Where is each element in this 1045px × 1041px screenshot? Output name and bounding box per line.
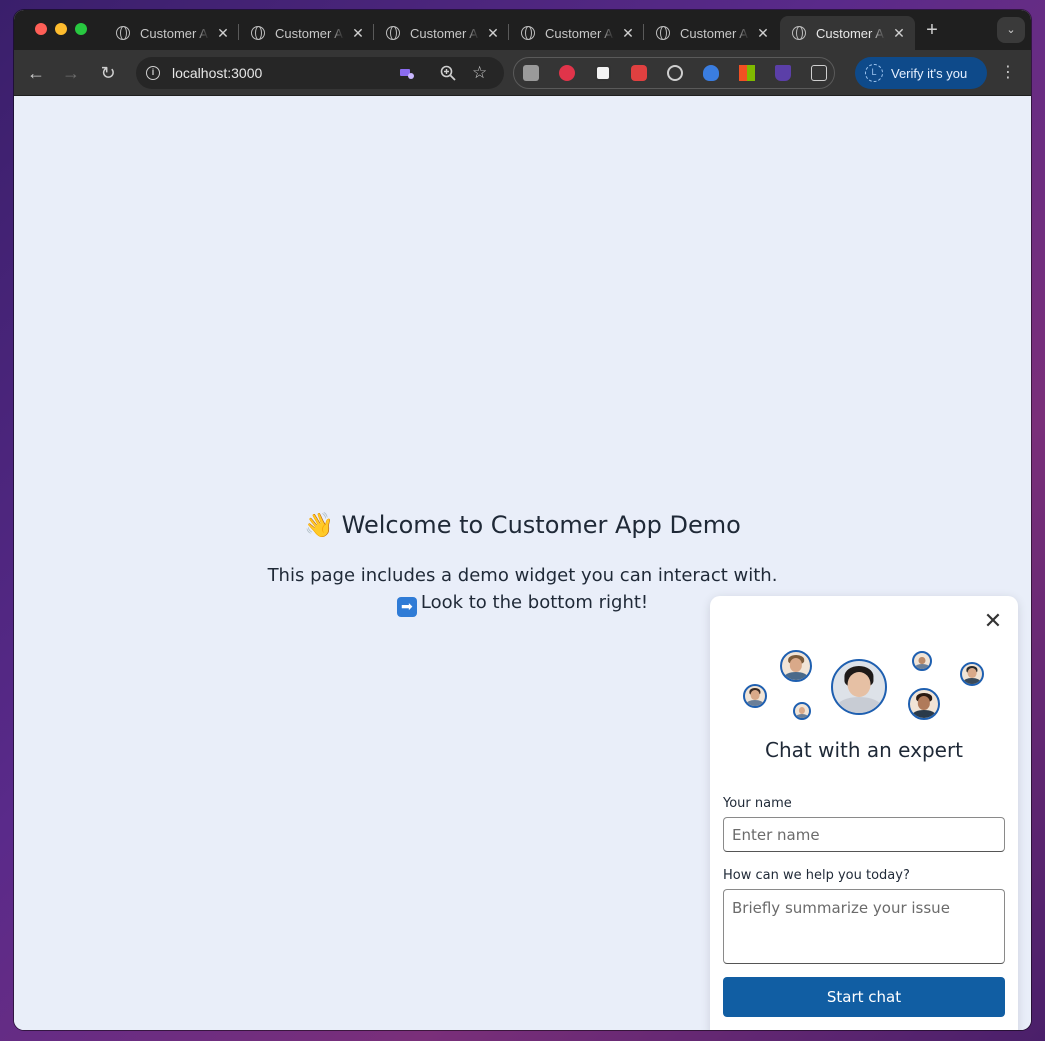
extensions-group (513, 57, 835, 89)
expert-avatar (912, 651, 932, 671)
close-tab-icon[interactable]: ✕ (755, 25, 771, 42)
target-extension-icon[interactable] (667, 65, 683, 81)
tab-title: Customer App Demo (545, 25, 614, 41)
zoom-icon[interactable] (440, 65, 456, 84)
issue-textarea[interactable] (723, 889, 1005, 964)
reload-button[interactable]: ↻ (98, 63, 118, 83)
browser-tab-active[interactable]: Customer App Demo ✕ (780, 16, 915, 50)
expert-avatar (780, 650, 812, 682)
close-widget-icon[interactable]: ✕ (982, 610, 1004, 632)
close-tab-icon[interactable]: ✕ (620, 25, 636, 42)
expert-avatar (908, 688, 940, 720)
shield-extension-icon[interactable] (703, 65, 719, 81)
start-chat-button[interactable]: Start chat (723, 977, 1005, 1017)
globe-icon (251, 26, 265, 40)
name-input[interactable] (723, 817, 1005, 852)
tab-title: Customer App Demo (275, 25, 344, 41)
pinwheel-extension-icon[interactable] (631, 65, 647, 81)
extension-badge-icon[interactable] (400, 66, 414, 82)
description-text: This page includes a demo widget you can… (267, 565, 778, 586)
red-extension-icon[interactable] (559, 65, 575, 81)
browser-tab[interactable]: Customer App Demo ✕ (509, 16, 644, 50)
profile-avatar-icon: L (865, 64, 883, 82)
browser-window: Customer App Demo ✕ Customer App Demo ✕ … (14, 10, 1031, 1030)
name-label: Your name (723, 796, 792, 811)
site-info-icon[interactable]: i (146, 66, 160, 80)
tab-title: Customer App Demo (816, 25, 885, 41)
bookmark-star-icon[interactable]: ☆ (472, 63, 487, 83)
browser-tab[interactable]: Customer App Demo ✕ (104, 16, 239, 50)
forward-button[interactable]: → (61, 63, 81, 83)
browser-toolbar: ← → ↻ i localhost:3000 ☆ L Verify it's y… (14, 50, 1031, 96)
globe-icon (521, 26, 535, 40)
wave-emoji: 👋 (304, 511, 335, 539)
expert-avatar (793, 702, 811, 720)
flask-extension-icon[interactable] (775, 65, 791, 81)
browser-menu-icon[interactable]: ⋮ (1000, 62, 1016, 82)
widget-title: Chat with an expert (764, 738, 964, 762)
heading-text: Welcome to Customer App Demo (341, 511, 741, 539)
globe-icon (656, 26, 670, 40)
close-tab-icon[interactable]: ✕ (215, 25, 231, 42)
browser-tab[interactable]: Customer App Demo ✕ (374, 16, 509, 50)
browser-tab[interactable]: Customer App Demo ✕ (239, 16, 374, 50)
browser-tab[interactable]: Customer App Demo ✕ (644, 16, 779, 50)
right-arrow-icon: ➡ (396, 597, 417, 617)
expert-avatar (960, 662, 984, 686)
camera-extension-icon[interactable] (523, 65, 539, 81)
maximize-window-button[interactable] (75, 23, 87, 35)
tab-strip: Customer App Demo ✕ Customer App Demo ✕ … (14, 10, 1031, 50)
issue-label: How can we help you today? (723, 868, 910, 883)
tab-title: Customer App Demo (680, 25, 749, 41)
close-tab-icon[interactable]: ✕ (350, 25, 366, 42)
tab-title: Customer App Demo (410, 25, 479, 41)
url-text[interactable]: localhost:3000 (172, 65, 262, 81)
chat-widget: ✕ Chat with an expert Your name How can … (710, 596, 1018, 1030)
close-tab-icon[interactable]: ✕ (891, 25, 907, 42)
tab-search-button[interactable]: ⌄ (997, 17, 1025, 43)
back-button[interactable]: ← (26, 63, 46, 83)
close-tab-icon[interactable]: ✕ (485, 25, 501, 42)
page-heading: 👋 Welcome to Customer App Demo (14, 511, 1031, 539)
verify-profile-button[interactable]: L Verify it's you (855, 57, 987, 89)
microsoft-extension-icon[interactable] (739, 65, 755, 81)
verify-label: Verify it's you (891, 65, 968, 81)
close-window-button[interactable] (35, 23, 47, 35)
hint-text: Look to the bottom right! (420, 592, 649, 613)
minimize-window-button[interactable] (55, 23, 67, 35)
tab-title: Customer App Demo (140, 25, 209, 41)
notion-extension-icon[interactable] (595, 65, 611, 81)
expert-avatar-featured (831, 659, 887, 715)
globe-icon (116, 26, 130, 40)
globe-icon (792, 26, 806, 40)
new-tab-button[interactable]: + (920, 19, 944, 42)
globe-icon (386, 26, 400, 40)
page-content: 👋 Welcome to Customer App Demo This page… (14, 97, 1031, 1030)
address-bar[interactable]: i localhost:3000 ☆ (136, 57, 504, 89)
puzzle-extension-icon[interactable] (811, 65, 827, 81)
expert-avatar (743, 684, 767, 708)
